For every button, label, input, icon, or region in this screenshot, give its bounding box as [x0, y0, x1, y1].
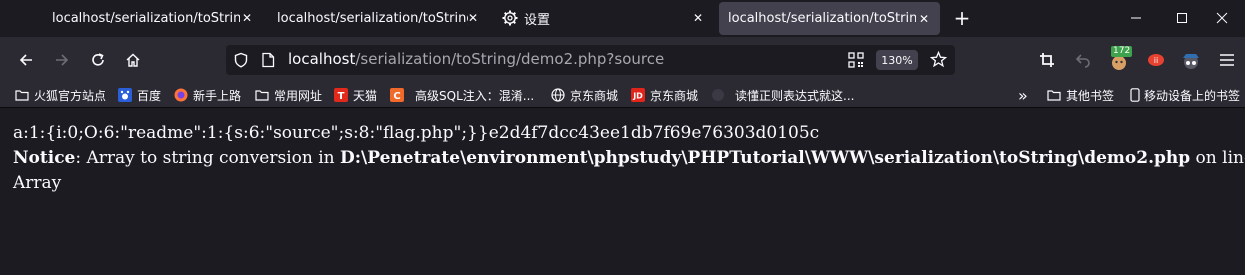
- bookmark-item[interactable]: T 天猫: [334, 83, 377, 107]
- bookmark-label: 其他书签: [1066, 88, 1115, 103]
- notice-label: Notice: [13, 148, 76, 168]
- bookmark-item[interactable]: 常用网址: [255, 83, 322, 107]
- tab-4-active[interactable]: localhost/serialization/toString/d ✕: [719, 2, 940, 35]
- bookmark-label: 新手上路: [193, 88, 242, 103]
- url-host: localhost: [288, 50, 356, 68]
- url-text: localhost/serialization/toString/demo2.p…: [288, 50, 664, 68]
- close-tab-icon[interactable]: ✕: [693, 11, 703, 25]
- spy-extension-icon[interactable]: [1180, 50, 1202, 72]
- crop-screenshot-icon[interactable]: [1037, 50, 1057, 70]
- firefox-icon: [174, 88, 188, 102]
- bookmarks-toolbar: 火狐官方站点 百度 新手上路 常用网址 T 天猫 C 高级SQL注入：混淆...…: [0, 83, 1245, 108]
- extension-avatar-icon[interactable]: 172: [1109, 46, 1133, 72]
- other-bookmarks[interactable]: 其他书签: [1047, 83, 1114, 107]
- tab-title: localhost/serialization/toString/d: [728, 11, 916, 26]
- bookmark-item[interactable]: 读懂正则表达式就这...: [711, 83, 854, 107]
- bookmark-label: 火狐官方站点: [34, 88, 107, 103]
- bookmark-item[interactable]: 新手上路: [174, 83, 241, 107]
- tab-title: localhost/serialization/toString/to: [277, 10, 468, 26]
- url-bar[interactable]: localhost/serialization/toString/demo2.p…: [226, 45, 955, 75]
- folder-icon: [1047, 88, 1061, 102]
- bookmark-star-icon[interactable]: [929, 50, 948, 72]
- close-tab-icon[interactable]: ✕: [919, 12, 929, 26]
- bookmark-label: 京东商城: [650, 88, 699, 103]
- serialized-output: a:1:{i:0;O:6:"readme":1:{s:6:"source";s:…: [13, 123, 820, 143]
- menu-hamburger-icon[interactable]: [1217, 50, 1237, 70]
- c-icon: C: [390, 88, 404, 102]
- close-window-icon[interactable]: [1199, 0, 1245, 36]
- github-icon: [711, 88, 725, 102]
- undo-icon[interactable]: [1073, 50, 1093, 70]
- page-content: a:1:{i:0;O:6:"readme":1:{s:6:"source";s:…: [0, 108, 1245, 275]
- close-tab-icon[interactable]: ✕: [468, 11, 478, 25]
- tab-bar: localhost/serialization/toString/to ✕ lo…: [0, 0, 1245, 37]
- home-icon[interactable]: [121, 48, 145, 72]
- bookmark-item[interactable]: 百度: [118, 83, 161, 107]
- forward-arrow-icon[interactable]: [50, 48, 74, 72]
- bookmark-label: 高级SQL注入：混淆...: [415, 88, 535, 103]
- tab-1[interactable]: localhost/serialization/toString/to ✕: [0, 0, 260, 36]
- bookmark-label: 常用网址: [274, 88, 323, 103]
- close-tab-icon[interactable]: ✕: [242, 11, 252, 25]
- extension-badge-count: 172: [1111, 46, 1133, 57]
- bookmark-label: 移动设备上的书签: [1144, 88, 1241, 103]
- svg-text:ii: ii: [1154, 56, 1158, 65]
- array-output: Array: [13, 173, 62, 193]
- folder-icon: [15, 88, 29, 102]
- bookmark-label: 百度: [137, 88, 162, 103]
- svg-text:T: T: [338, 91, 345, 102]
- gear-icon: [502, 10, 518, 30]
- folder-icon: [255, 88, 269, 102]
- mobile-icon: [1128, 88, 1142, 102]
- zoom-level-badge[interactable]: 130%: [876, 50, 918, 70]
- jd-icon: JD: [631, 88, 645, 102]
- php-notice: Notice: Array to string conversion in D:…: [13, 148, 1245, 168]
- red-extension-icon[interactable]: ii: [1146, 50, 1166, 70]
- svg-text:JD: JD: [632, 92, 643, 101]
- bookmark-item[interactable]: C 高级SQL注入：混淆...: [390, 83, 534, 107]
- globe-icon: [551, 88, 565, 102]
- notice-file-path: D:\Penetrate\environment\phpstudy\PHPTut…: [340, 148, 1191, 168]
- svg-text:C: C: [393, 91, 400, 102]
- tab-title: localhost/serialization/toString/to: [52, 10, 240, 26]
- bookmark-label: 读懂正则表达式就这...: [735, 88, 855, 103]
- baidu-icon: [118, 88, 132, 102]
- url-path: /serialization/toString/demo2.php?source: [355, 50, 665, 68]
- back-arrow-icon[interactable]: [14, 48, 38, 72]
- bookmark-label: 天猫: [353, 88, 378, 103]
- new-tab-plus-icon[interactable]: +: [950, 4, 974, 32]
- shield-icon[interactable]: [233, 52, 249, 72]
- minimize-icon[interactable]: [1113, 0, 1159, 36]
- tab-3[interactable]: 设置 ✕: [491, 0, 716, 36]
- mobile-bookmarks[interactable]: 移动设备上的书签: [1128, 83, 1240, 107]
- bookmark-label: 京东商城: [570, 88, 619, 103]
- reload-icon[interactable]: [86, 48, 110, 72]
- bookmark-item[interactable]: JD 京东商城: [631, 83, 698, 107]
- tmall-icon: T: [334, 88, 348, 102]
- notice-on-line: on line: [1195, 148, 1245, 168]
- qr-code-icon[interactable]: [848, 52, 864, 72]
- tab-title: 设置: [524, 12, 551, 28]
- tab-2[interactable]: localhost/serialization/toString/to ✕: [263, 0, 488, 36]
- bookmark-item[interactable]: 火狐官方站点: [15, 83, 106, 107]
- chevron-double-right-icon[interactable]: »: [1018, 83, 1028, 107]
- page-info-icon[interactable]: [261, 52, 275, 72]
- bookmark-item[interactable]: 京东商城: [551, 83, 618, 107]
- notice-message: : Array to string conversion in: [75, 148, 341, 168]
